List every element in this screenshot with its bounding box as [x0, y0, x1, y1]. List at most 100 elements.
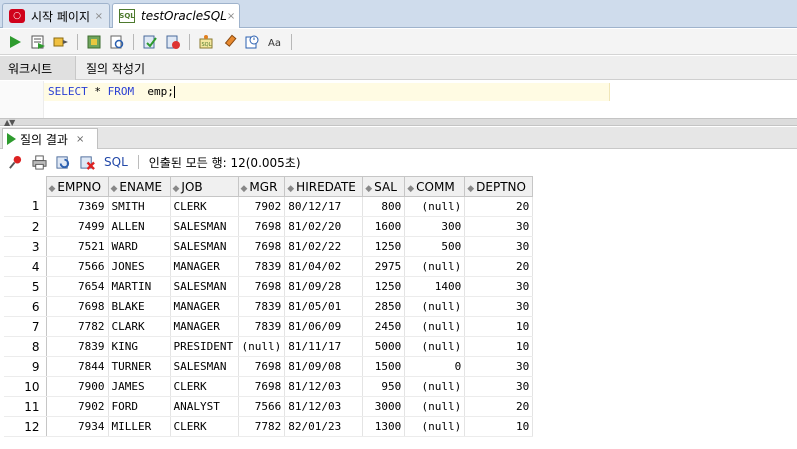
cell-comm[interactable]: (null) — [404, 316, 466, 337]
sql-editor[interactable]: SELECT * FROM emp; — [0, 81, 797, 118]
cell-deptno[interactable]: 10 — [464, 316, 534, 337]
sort-icon[interactable]: ◆ — [173, 184, 180, 194]
table-row[interactable]: 1 7369 SMITH CLERK 7902 80/12/17 800 (null) 20 — [4, 196, 534, 217]
column-header[interactable]: ◆ JOB — [169, 176, 239, 197]
table-row[interactable]: 12 7934 MILLER CLERK 7782 82/01/23 1300 (null) 1… — [4, 416, 534, 437]
cell-hiredate[interactable]: 80/12/17 — [284, 196, 364, 217]
cell-sal[interactable]: 1300 — [362, 416, 406, 437]
cell-deptno[interactable]: 30 — [464, 296, 534, 317]
cell-ename[interactable]: MILLER — [108, 416, 171, 437]
cell-empno[interactable]: 7369 — [46, 196, 109, 217]
cell-deptno[interactable]: 30 — [464, 216, 534, 237]
cell-empno[interactable]: 7782 — [46, 316, 109, 337]
sort-icon[interactable]: ◆ — [407, 184, 414, 194]
column-header[interactable]: ◆ SAL — [362, 176, 406, 197]
unshared-sql-icon[interactable]: SQL — [197, 33, 215, 51]
tab-query-result[interactable]: 질의 결과 × — [2, 128, 98, 149]
cell-empno[interactable]: 7839 — [46, 336, 109, 357]
table-row[interactable]: 9 7844 TURNER SALESMAN 7698 81/09/08 1500 0 30 — [4, 356, 534, 377]
sort-icon[interactable]: ◆ — [111, 184, 118, 194]
run-statement-icon[interactable] — [6, 33, 24, 51]
cell-comm[interactable]: (null) — [404, 376, 466, 397]
column-header[interactable]: ◆ DEPTNO — [464, 176, 534, 197]
delete-icon[interactable] — [78, 153, 96, 171]
cell-deptno[interactable]: 20 — [464, 196, 534, 217]
cell-mgr[interactable]: 7698 — [238, 276, 286, 297]
clear-icon[interactable] — [220, 33, 238, 51]
cell-mgr[interactable]: 7566 — [238, 396, 286, 417]
cell-deptno[interactable]: 30 — [464, 376, 534, 397]
explain-plan-icon[interactable] — [85, 33, 103, 51]
cell-hiredate[interactable]: 81/12/03 — [284, 396, 364, 417]
cell-job[interactable]: SALESMAN — [170, 276, 239, 297]
cell-hiredate[interactable]: 81/02/22 — [284, 236, 364, 257]
cell-mgr[interactable]: 7698 — [238, 376, 286, 397]
close-icon[interactable]: × — [95, 11, 103, 22]
cell-ename[interactable]: WARD — [108, 236, 171, 257]
cell-sal[interactable]: 1250 — [362, 276, 406, 297]
cell-mgr[interactable]: 7698 — [238, 216, 286, 237]
history-icon[interactable] — [243, 33, 261, 51]
cell-comm[interactable]: 500 — [404, 236, 466, 257]
cell-sal[interactable]: 1250 — [362, 236, 406, 257]
sort-icon[interactable]: ◆ — [49, 184, 56, 194]
table-row[interactable]: 5 7654 MARTIN SALESMAN 7698 81/09/28 1250 1400 3… — [4, 276, 534, 297]
cell-job[interactable]: MANAGER — [170, 256, 239, 277]
cell-ename[interactable]: ALLEN — [108, 216, 171, 237]
column-header[interactable]: ◆ COMM — [404, 176, 466, 197]
run-script-icon[interactable] — [29, 33, 47, 51]
cell-job[interactable]: SALESMAN — [170, 356, 239, 377]
cell-hiredate[interactable]: 81/12/03 — [284, 376, 364, 397]
table-row[interactable]: 10 7900 JAMES CLERK 7698 81/12/03 950 (null) 30 — [4, 376, 534, 397]
cell-empno[interactable]: 7902 — [46, 396, 109, 417]
cell-ename[interactable]: JONES — [108, 256, 171, 277]
sort-icon[interactable]: ◆ — [365, 184, 372, 194]
cell-deptno[interactable]: 30 — [464, 276, 534, 297]
cell-hiredate[interactable]: 81/05/01 — [284, 296, 364, 317]
cell-mgr[interactable]: 7839 — [238, 296, 286, 317]
table-row[interactable]: 3 7521 WARD SALESMAN 7698 81/02/22 1250 500 30 — [4, 236, 534, 257]
close-icon[interactable]: × — [76, 134, 84, 145]
autotrace-icon[interactable] — [52, 33, 70, 51]
cell-ename[interactable]: BLAKE — [108, 296, 171, 317]
cell-mgr[interactable]: (null) — [238, 336, 286, 357]
cell-empno[interactable]: 7844 — [46, 356, 109, 377]
table-row[interactable]: 2 7499 ALLEN SALESMAN 7698 81/02/20 1600 300 30 — [4, 216, 534, 237]
column-header[interactable]: ◆ EMPNO — [45, 176, 109, 197]
splitter-arrows-icon[interactable]: ▲▼ — [4, 118, 15, 127]
cell-sal[interactable]: 5000 — [362, 336, 406, 357]
cell-comm[interactable]: (null) — [404, 396, 466, 417]
sort-icon[interactable]: ◆ — [467, 184, 474, 194]
cell-mgr[interactable]: 7698 — [238, 356, 286, 377]
cell-mgr[interactable]: 7698 — [238, 236, 286, 257]
tab-worksheet-editor[interactable]: 워크시트 — [0, 56, 76, 80]
cell-deptno[interactable]: 10 — [464, 336, 534, 357]
cell-empno[interactable]: 7698 — [46, 296, 109, 317]
format-icon[interactable]: Aa — [266, 33, 284, 51]
cell-comm[interactable]: (null) — [404, 256, 466, 277]
cell-empno[interactable]: 7934 — [46, 416, 109, 437]
sort-icon[interactable]: ◆ — [287, 184, 294, 194]
cell-deptno[interactable]: 10 — [464, 416, 534, 437]
commit-icon[interactable] — [141, 33, 159, 51]
table-row[interactable]: 7 7782 CLARK MANAGER 7839 81/06/09 2450 (null) 1… — [4, 316, 534, 337]
cell-job[interactable]: MANAGER — [170, 296, 239, 317]
cell-sal[interactable]: 1600 — [362, 216, 406, 237]
cell-job[interactable]: CLERK — [170, 196, 239, 217]
rollback-icon[interactable] — [164, 33, 182, 51]
cell-comm[interactable]: 300 — [404, 216, 466, 237]
cell-ename[interactable]: CLARK — [108, 316, 171, 337]
cell-comm[interactable]: (null) — [404, 296, 466, 317]
cell-empno[interactable]: 7900 — [46, 376, 109, 397]
cell-comm[interactable]: (null) — [404, 416, 466, 437]
cell-comm[interactable]: (null) — [404, 196, 466, 217]
cell-sal[interactable]: 950 — [362, 376, 406, 397]
tab-worksheet[interactable]: SQL testOracleSQL × — [112, 3, 240, 28]
sort-icon[interactable]: ◆ — [241, 184, 248, 194]
cell-hiredate[interactable]: 81/02/20 — [284, 216, 364, 237]
code-line[interactable]: SELECT * FROM emp; — [44, 83, 610, 101]
cell-empno[interactable]: 7499 — [46, 216, 109, 237]
cell-ename[interactable]: FORD — [108, 396, 171, 417]
cell-job[interactable]: SALESMAN — [170, 236, 239, 257]
cell-hiredate[interactable]: 81/06/09 — [284, 316, 364, 337]
